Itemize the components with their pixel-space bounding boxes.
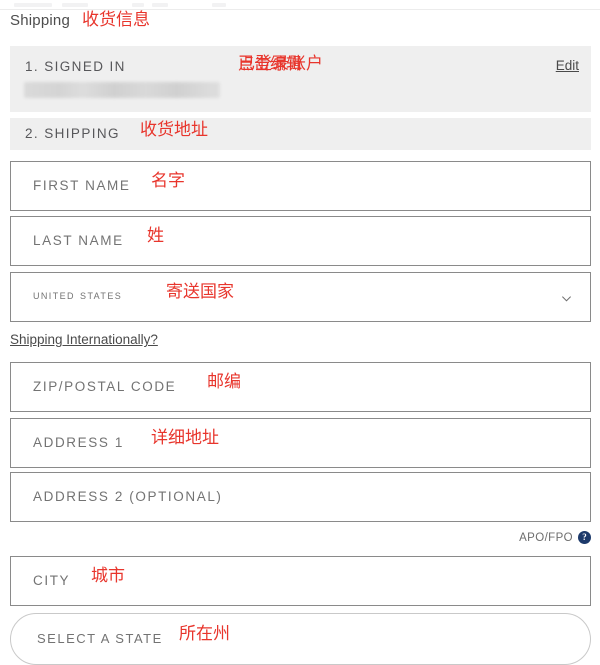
- state-label: SELECT A STATE: [37, 631, 163, 646]
- first-name-annotation: 名字: [151, 171, 185, 191]
- signed-in-section: 1. SIGNED IN 已登录账户 Edit 点击编辑: [10, 46, 591, 112]
- first-name-label: FIRST NAME: [33, 178, 131, 193]
- apo-fpo-label: APO/FPO: [519, 531, 573, 544]
- shipping-internationally-link[interactable]: Shipping Internationally?: [10, 332, 158, 347]
- city-annotation: 城市: [91, 566, 125, 586]
- page-title-row: Shipping 收货信息: [10, 10, 150, 30]
- help-icon[interactable]: ?: [578, 531, 591, 544]
- zip-label: ZIP/POSTAL CODE: [33, 379, 177, 394]
- last-name-field[interactable]: LAST NAME 姓: [10, 216, 591, 266]
- state-annotation: 所在州: [179, 624, 230, 644]
- address-line-2-field[interactable]: ADDRESS 2 (OPTIONAL): [10, 472, 591, 522]
- first-name-field[interactable]: FIRST NAME 名字: [10, 161, 591, 211]
- country-value: United States: [33, 287, 123, 302]
- shipping-checkout-page: Shipping 收货信息 1. SIGNED IN 已登录账户 Edit 点击…: [0, 0, 600, 665]
- city-field[interactable]: CITY 城市: [10, 556, 591, 606]
- address1-label: ADDRESS 1: [33, 435, 124, 450]
- zip-annotation: 邮编: [207, 372, 241, 392]
- zip-postal-code-field[interactable]: ZIP/POSTAL CODE 邮编: [10, 362, 591, 412]
- edit-annotation: 点击编辑: [238, 54, 303, 73]
- country-select[interactable]: United States 寄送国家: [10, 272, 591, 322]
- address-line-1-field[interactable]: ADDRESS 1 详细地址: [10, 418, 591, 468]
- page-title-annotation: 收货信息: [81, 10, 150, 30]
- page-title: Shipping: [10, 12, 70, 29]
- chevron-down-icon: [562, 296, 571, 302]
- city-label: CITY: [33, 573, 71, 588]
- shipping-section-label: 2. SHIPPING: [25, 126, 120, 141]
- country-annotation: 寄送国家: [166, 282, 234, 302]
- last-name-annotation: 姓: [147, 226, 164, 246]
- signed-in-label: 1. SIGNED IN: [25, 59, 126, 74]
- state-select[interactable]: SELECT A STATE 所在州: [10, 613, 591, 665]
- apo-fpo-row[interactable]: APO/FPO ?: [519, 531, 591, 544]
- shipping-section-annotation: 收货地址: [140, 120, 208, 140]
- address2-label: ADDRESS 2 (OPTIONAL): [33, 489, 223, 504]
- last-name-label: LAST NAME: [33, 233, 124, 248]
- address1-annotation: 详细地址: [151, 428, 219, 448]
- shipping-section-header: 2. SHIPPING 收货地址: [10, 118, 591, 150]
- account-email-redacted: [24, 82, 220, 98]
